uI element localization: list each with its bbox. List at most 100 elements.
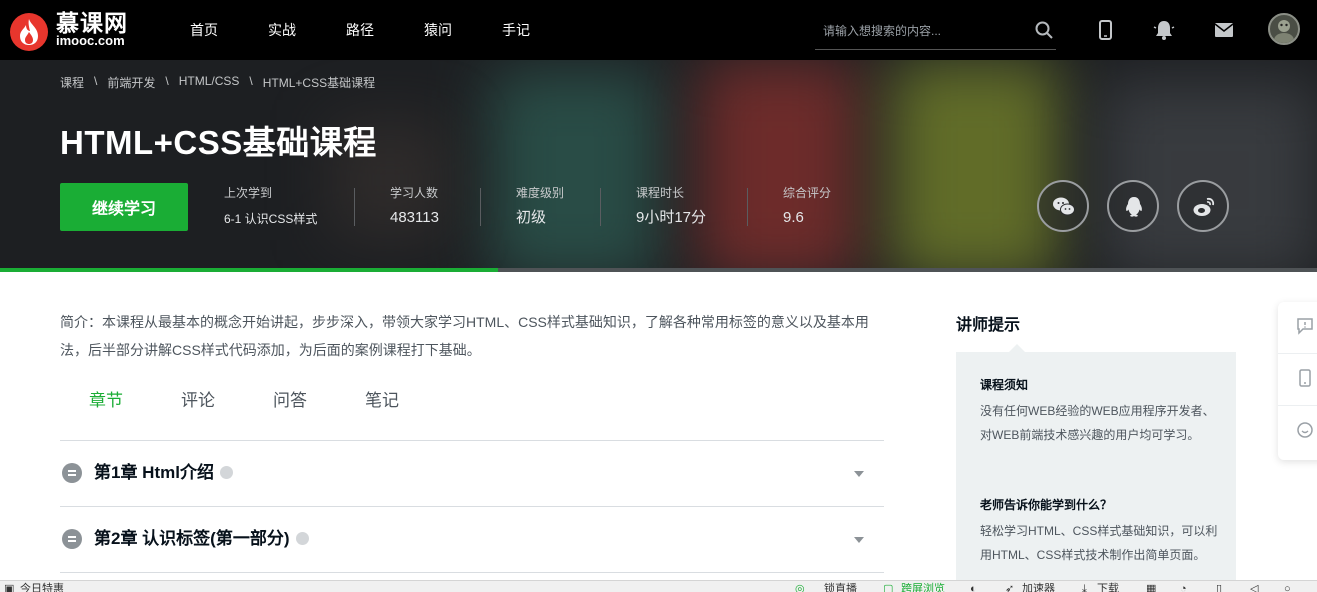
banner-decoration bbox=[1100, 80, 1317, 272]
breadcrumb: 课程 \ 前端开发 \ HTML/CSS \ HTML+CSS基础课程 bbox=[60, 74, 375, 91]
course-progress-fill bbox=[0, 268, 498, 272]
continue-learning-button[interactable]: 继续学习 bbox=[60, 183, 188, 231]
search-icon[interactable] bbox=[1035, 21, 1053, 44]
rocket-icon: ➶ bbox=[1005, 583, 1015, 592]
learning-outcomes-text: 轻松学习HTML、CSS样式基础知识，可以利用HTML、CSS样式技术制作出简单… bbox=[980, 524, 1218, 562]
stat-value: 9.6 bbox=[783, 209, 804, 226]
banner-decoration bbox=[700, 60, 860, 272]
course-title: HTML+CSS基础课程 bbox=[60, 124, 377, 161]
last-study-stat[interactable]: 上次学到 6-1 认识CSS样式 bbox=[224, 185, 317, 228]
qq-share-button[interactable] bbox=[1107, 180, 1159, 232]
zoom-icon: ○ bbox=[1284, 583, 1291, 592]
globe-icon: ◐ bbox=[970, 583, 977, 592]
difficulty-stat: 难度级别 初级 bbox=[516, 185, 564, 227]
floating-toolbar bbox=[1278, 302, 1317, 460]
status-accelerator[interactable]: 加速器 bbox=[1022, 582, 1055, 592]
duration-stat: 课程时长 9小时17分 bbox=[636, 185, 706, 227]
chapter-row[interactable]: 第1章 Html介绍 bbox=[60, 440, 884, 506]
wechat-share-button[interactable] bbox=[1037, 180, 1089, 232]
info-icon[interactable] bbox=[219, 465, 233, 479]
status-cross-screen[interactable]: 跨屏浏览 bbox=[901, 582, 945, 592]
search-input[interactable] bbox=[823, 20, 1023, 42]
nav-path[interactable]: 路径 bbox=[346, 0, 424, 60]
logo-domain: imooc.com bbox=[56, 33, 125, 48]
divider bbox=[747, 188, 748, 226]
flame-logo-icon bbox=[10, 13, 48, 51]
page-icon: ▯ bbox=[1216, 583, 1223, 592]
volume-icon: ◁ bbox=[1250, 583, 1259, 592]
course-tabs: 章节 评论 问答 笔记 bbox=[60, 384, 428, 418]
tab-chapters[interactable]: 章节 bbox=[60, 384, 152, 418]
tip-pointer bbox=[1009, 344, 1025, 352]
breadcrumb-separator: \ bbox=[249, 74, 253, 88]
breadcrumb-html-css[interactable]: HTML/CSS bbox=[179, 74, 240, 91]
course-notice-text: 没有任何WEB经验的WEB应用程序开发者、对WEB前端技术感兴趣的用户均可学习。 bbox=[980, 404, 1215, 442]
info-icon[interactable] bbox=[295, 531, 309, 545]
site-logo[interactable]: 慕课网 imooc.com bbox=[10, 10, 140, 51]
instructor-tips-card: 课程须知 没有任何WEB经验的WEB应用程序开发者、对WEB前端技术感兴趣的用户… bbox=[956, 352, 1236, 592]
stat-label: 上次学到 bbox=[224, 186, 273, 200]
course-banner: 课程 \ 前端开发 \ HTML/CSS \ HTML+CSS基础课程 HTML… bbox=[0, 60, 1317, 272]
chapter-row-divider bbox=[60, 572, 884, 580]
chapter-list-icon bbox=[62, 463, 82, 483]
breadcrumb-current: HTML+CSS基础课程 bbox=[262, 76, 376, 90]
chevron-down-icon[interactable] bbox=[854, 471, 864, 477]
chapter-title-wrap: 第1章 Html介绍 bbox=[94, 462, 233, 484]
download-icon: ⤓ bbox=[1082, 583, 1087, 592]
search-box bbox=[815, 14, 1056, 50]
chapter-title: 第1章 Html介绍 bbox=[94, 463, 214, 482]
mail-icon[interactable] bbox=[1212, 18, 1236, 42]
stat-value: 483113 bbox=[390, 209, 439, 226]
divider bbox=[600, 188, 601, 226]
mobile-app-button[interactable] bbox=[1278, 354, 1317, 406]
nav-practice[interactable]: 实战 bbox=[268, 0, 346, 60]
chevron-down-icon[interactable] bbox=[854, 537, 864, 543]
stat-label: 综合评分 bbox=[783, 186, 832, 200]
course-progress-bar bbox=[0, 268, 1317, 272]
tab-notes[interactable]: 笔记 bbox=[336, 384, 428, 418]
learners-stat: 学习人数 483113 bbox=[390, 185, 439, 227]
browser-icon: ◔ bbox=[1180, 583, 1187, 592]
breadcrumb-separator: \ bbox=[165, 74, 169, 88]
main-nav: 首页 实战 路径 猿问 手记 bbox=[190, 0, 580, 60]
course-intro: 简介：本课程从最基本的概念开始讲起，步步深入，带领大家学习HTML、CSS样式基… bbox=[60, 314, 869, 358]
grid-icon: ▦ bbox=[1146, 583, 1157, 592]
chapter-list-icon bbox=[62, 529, 82, 549]
chat-button[interactable] bbox=[1278, 406, 1317, 458]
chapter-row[interactable]: 第2章 认识标签(第一部分) bbox=[60, 506, 884, 572]
screen-icon: ▢ bbox=[883, 583, 894, 592]
divider bbox=[480, 188, 481, 226]
rating-stat[interactable]: 综合评分 9.6 bbox=[783, 185, 831, 227]
chapter-title-wrap: 第2章 认识标签(第一部分) bbox=[94, 528, 309, 550]
divider bbox=[354, 188, 355, 226]
status-download[interactable]: 下载 bbox=[1097, 582, 1119, 592]
breadcrumb-courses[interactable]: 课程 bbox=[60, 74, 84, 91]
stat-value: 9小时17分 bbox=[636, 209, 707, 226]
instructor-tips-title: 讲师提示 bbox=[956, 317, 1021, 334]
feedback-button[interactable] bbox=[1278, 302, 1317, 354]
top-navbar: 慕课网 imooc.com 首页 实战 路径 猿问 手记 bbox=[0, 0, 1317, 60]
deal-icon: ▣ bbox=[4, 583, 15, 592]
nav-qa[interactable]: 猿问 bbox=[424, 0, 502, 60]
nav-notes[interactable]: 手记 bbox=[502, 0, 580, 60]
user-avatar[interactable] bbox=[1268, 13, 1300, 45]
tab-qa[interactable]: 问答 bbox=[244, 384, 336, 418]
weibo-share-button[interactable] bbox=[1177, 180, 1229, 232]
stat-label: 学习人数 bbox=[390, 186, 439, 200]
banner-decoration bbox=[890, 60, 1060, 272]
nav-home[interactable]: 首页 bbox=[190, 0, 268, 60]
breadcrumb-frontend[interactable]: 前端开发 bbox=[107, 74, 155, 91]
breadcrumb-separator: \ bbox=[94, 74, 98, 88]
banner-decoration bbox=[490, 70, 660, 272]
stat-label: 难度级别 bbox=[516, 186, 565, 200]
status-live[interactable]: 锁直播 bbox=[824, 582, 857, 592]
browser-status-bar: ▣ 今日特惠 ◎ 锁直播 ▢ 跨屏浏览 ◐ ➶ 加速器 ⤓ 下载 ▦ ◔ ▯ ◁… bbox=[0, 580, 1317, 592]
chapter-title: 第2章 认识标签(第一部分) bbox=[94, 529, 290, 548]
bell-icon[interactable] bbox=[1152, 18, 1176, 42]
status-deals[interactable]: 今日特惠 bbox=[20, 582, 64, 592]
phone-icon[interactable] bbox=[1094, 18, 1118, 42]
stat-label: 课程时长 bbox=[636, 186, 685, 200]
tab-comments[interactable]: 评论 bbox=[152, 384, 244, 418]
course-notice-heading: 课程须知 bbox=[980, 378, 1029, 392]
stat-value: 初级 bbox=[516, 209, 547, 226]
